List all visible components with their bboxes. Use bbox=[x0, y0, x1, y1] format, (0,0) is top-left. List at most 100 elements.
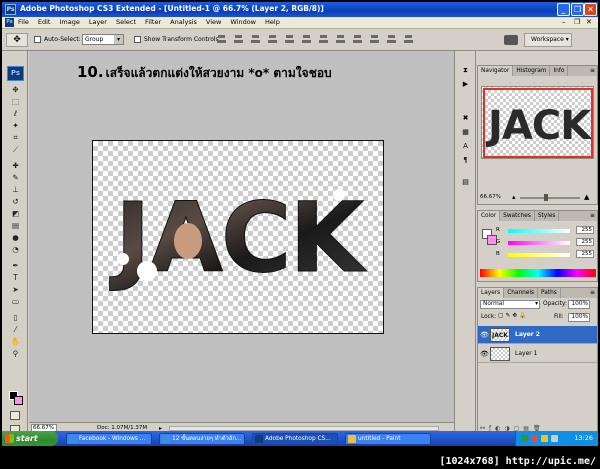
green-slider[interactable] bbox=[508, 241, 570, 245]
layer-row-layer-2[interactable]: 👁 JACK Layer 2 bbox=[478, 326, 597, 344]
tool-presets-icon[interactable]: ✖ bbox=[460, 113, 471, 123]
move-tool-icon[interactable]: ✥ bbox=[10, 85, 21, 95]
zoom-in-icon[interactable]: ▲ bbox=[584, 193, 589, 201]
workspace-button[interactable]: Workspace ▾ bbox=[524, 33, 572, 47]
tab-swatches[interactable]: Swatches bbox=[500, 211, 535, 221]
tab-color[interactable]: Color bbox=[478, 211, 501, 221]
brush-tool-icon[interactable]: ✎ bbox=[10, 173, 21, 183]
pen-tool-icon[interactable]: ✒ bbox=[10, 261, 21, 271]
menu-layer[interactable]: Layer bbox=[88, 18, 108, 26]
hand-tool-icon[interactable]: ✋ bbox=[10, 337, 21, 347]
close-button[interactable]: ✕ bbox=[584, 3, 597, 16]
lock-icons[interactable]: ▢✎✥🔒 bbox=[498, 313, 528, 319]
network-icon[interactable] bbox=[521, 435, 528, 442]
layer-name[interactable]: Layer 1 bbox=[515, 350, 537, 357]
layer-row-layer-1[interactable]: 👁 Layer 1 bbox=[478, 345, 597, 363]
actions-panel-icon[interactable]: ▶ bbox=[460, 79, 471, 89]
tab-info[interactable]: Info bbox=[550, 66, 569, 76]
lasso-tool-icon[interactable]: ℓ bbox=[10, 109, 21, 119]
healing-brush-tool-icon[interactable]: ✚ bbox=[10, 161, 21, 171]
navigator-zoom-value[interactable]: 66.67% bbox=[480, 194, 501, 200]
color-spectrum-ramp[interactable] bbox=[480, 269, 596, 277]
blend-mode-dropdown[interactable]: Normal ▾ bbox=[480, 300, 540, 309]
distribute-vcenter-icon[interactable] bbox=[335, 33, 346, 45]
doc-minimize-button[interactable]: – bbox=[562, 18, 566, 26]
tab-styles[interactable]: Styles bbox=[535, 211, 560, 221]
doc-restore-button[interactable]: ❐ bbox=[574, 18, 580, 26]
notes-tool-icon[interactable]: ▯ bbox=[10, 313, 21, 323]
distribute-bottom-icon[interactable] bbox=[352, 33, 363, 45]
document-icon[interactable]: Ps bbox=[5, 18, 14, 27]
menu-edit[interactable]: Edit bbox=[37, 18, 52, 26]
task-facebook[interactable]: Facebook - Windows ... bbox=[66, 433, 152, 445]
task-tutorial[interactable]: 12 ขั้นตอนง่ายๆ ทำตัวอัก... bbox=[159, 433, 245, 445]
start-button[interactable]: start bbox=[2, 431, 58, 446]
brushes-panel-icon[interactable]: ▦ bbox=[460, 127, 471, 137]
eraser-tool-icon[interactable]: ◩ bbox=[10, 209, 21, 219]
paragraph-panel-icon[interactable]: ¶ bbox=[460, 155, 471, 165]
tab-histogram[interactable]: Histogram bbox=[513, 66, 551, 76]
panel-menu-icon[interactable]: ≡ bbox=[590, 67, 595, 74]
minimize-button[interactable]: _ bbox=[557, 3, 570, 16]
zoom-out-icon[interactable]: ▴ bbox=[512, 193, 516, 201]
menu-file[interactable]: File bbox=[17, 18, 30, 26]
fill-field[interactable]: 100% bbox=[568, 313, 590, 322]
navigator-view-box[interactable] bbox=[483, 88, 593, 158]
restore-button[interactable]: ❐ bbox=[571, 3, 584, 16]
panel-menu-icon[interactable]: ≡ bbox=[590, 289, 595, 296]
menu-window[interactable]: Window bbox=[229, 18, 257, 26]
doc-close-button[interactable]: ✕ bbox=[586, 18, 592, 26]
red-slider[interactable] bbox=[508, 229, 570, 233]
type-tool-icon[interactable]: T bbox=[10, 273, 21, 283]
tab-channels[interactable]: Channels bbox=[504, 288, 539, 298]
blue-value[interactable]: 255 bbox=[576, 250, 594, 258]
align-vcenter-icon[interactable] bbox=[233, 33, 244, 45]
eyedropper-tool-icon[interactable]: ⁄ bbox=[10, 325, 21, 335]
history-brush-tool-icon[interactable]: ↺ bbox=[10, 197, 21, 207]
gradient-tool-icon[interactable]: ▤ bbox=[10, 221, 21, 231]
speaker-icon[interactable] bbox=[541, 435, 548, 442]
auto-select-dropdown[interactable]: Group ▾ bbox=[82, 34, 124, 45]
tab-layers[interactable]: Layers bbox=[478, 288, 505, 298]
path-selection-tool-icon[interactable]: ➤ bbox=[10, 285, 21, 295]
slider-knob[interactable] bbox=[544, 194, 548, 201]
align-top-icon[interactable] bbox=[216, 33, 227, 45]
distribute-left-icon[interactable] bbox=[369, 33, 380, 45]
standard-mode-icon[interactable] bbox=[10, 411, 20, 420]
blue-slider[interactable] bbox=[508, 253, 570, 257]
navigator-zoom-slider[interactable] bbox=[520, 197, 580, 199]
opacity-field[interactable]: 100% bbox=[568, 300, 590, 309]
panel-menu-icon[interactable]: ≡ bbox=[590, 212, 595, 219]
document-canvas[interactable]: JACK bbox=[92, 140, 384, 334]
align-bottom-icon[interactable] bbox=[250, 33, 261, 45]
tab-paths[interactable]: Paths bbox=[538, 288, 561, 298]
move-tool-preset-icon[interactable]: ✥ bbox=[6, 33, 28, 47]
blur-tool-icon[interactable]: ● bbox=[10, 233, 21, 243]
zoom-tool-icon[interactable]: ⚲ bbox=[10, 349, 21, 359]
distribute-top-icon[interactable] bbox=[318, 33, 329, 45]
shape-tool-icon[interactable]: ▭ bbox=[10, 297, 21, 307]
slice-tool-icon[interactable]: ⟋ bbox=[10, 145, 21, 155]
magic-wand-tool-icon[interactable]: ✦ bbox=[10, 121, 21, 131]
menu-view[interactable]: View bbox=[205, 18, 222, 26]
character-panel-icon[interactable]: A bbox=[460, 141, 471, 151]
crop-tool-icon[interactable]: ⌗ bbox=[10, 133, 21, 143]
tab-navigator[interactable]: Navigator bbox=[478, 66, 514, 76]
show-transform-checkbox[interactable] bbox=[134, 36, 141, 43]
menu-help[interactable]: Help bbox=[264, 18, 281, 26]
layer-name[interactable]: Layer 2 bbox=[515, 331, 540, 338]
clone-stamp-tool-icon[interactable]: ⊥ bbox=[10, 185, 21, 195]
dodge-tool-icon[interactable]: ◔ bbox=[10, 245, 21, 255]
distribute-right-icon[interactable] bbox=[403, 33, 414, 45]
align-left-icon[interactable] bbox=[267, 33, 278, 45]
visibility-eye-icon[interactable]: 👁 bbox=[480, 331, 489, 339]
align-hcenter-icon[interactable] bbox=[284, 33, 295, 45]
security-icon[interactable] bbox=[531, 435, 538, 442]
clock[interactable]: 13:26 bbox=[574, 434, 593, 442]
menu-image[interactable]: Image bbox=[58, 18, 80, 26]
history-panel-icon[interactable]: ⧗ bbox=[460, 65, 471, 75]
menu-select[interactable]: Select bbox=[115, 18, 137, 26]
navigator-preview[interactable]: JACK bbox=[481, 86, 594, 159]
photoshop-logo[interactable]: Ps bbox=[7, 66, 24, 81]
auto-select-checkbox[interactable] bbox=[34, 36, 41, 43]
